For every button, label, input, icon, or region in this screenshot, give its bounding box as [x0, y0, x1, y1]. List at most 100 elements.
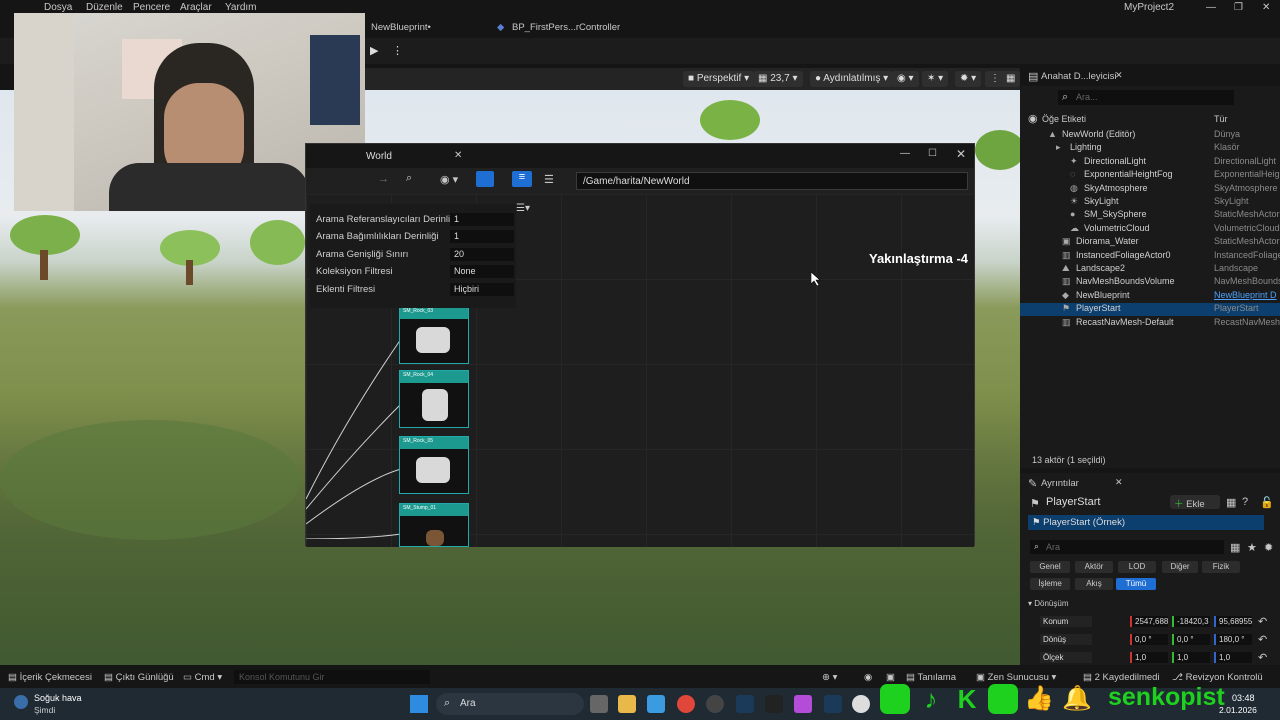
reset-icon[interactable]: ↶ [1258, 633, 1267, 646]
tab-controller[interactable]: BP_FirstPers...rController [512, 22, 620, 33]
play-icon[interactable]: ▶ [370, 44, 378, 57]
transform-label[interactable]: Konum [1040, 616, 1092, 627]
output-log-button[interactable]: ▤ Çıktı Günlüğü [104, 672, 174, 683]
transform-label[interactable]: Ölçek [1040, 652, 1092, 663]
tab-close-icon[interactable]: ✕ [454, 150, 462, 161]
blueprint-icon[interactable]: ▦ [1226, 496, 1236, 509]
unreal-engine-icon[interactable] [852, 695, 870, 713]
asset-node[interactable]: SM_Rock_03 [399, 306, 469, 364]
revision-control-button[interactable]: ⎇ Revizyon Kontrolü [1172, 672, 1263, 683]
column-type[interactable]: Tür [1214, 114, 1228, 124]
outliner-row[interactable]: ☀ SkyLight SkyLight [1020, 196, 1280, 209]
filter-chip[interactable]: Aktör [1075, 561, 1113, 573]
outliner-search-input[interactable]: ⌕ Ara... [1058, 90, 1234, 105]
outliner-row[interactable]: ◍ SkyAtmosphere SkyAtmosphere [1020, 183, 1280, 196]
collection-filter-select[interactable]: None [450, 265, 514, 278]
find-path-icon[interactable]: ⌕ [406, 172, 412, 185]
settings-button[interactable]: ✹ ▾ [955, 71, 982, 87]
outliner-row[interactable]: ◌ ExponentialHeightFog ExponentialHeight [1020, 169, 1280, 182]
obs-icon[interactable] [706, 695, 724, 713]
menu-help[interactable]: Yardım [225, 2, 257, 13]
select-mode-icon[interactable] [476, 171, 494, 187]
filter-chip[interactable]: Genel [1030, 561, 1070, 573]
details-search-input[interactable]: ⌕ Ara [1030, 540, 1224, 554]
table-view-icon[interactable]: ▦ [1230, 541, 1240, 554]
outliner-row[interactable]: ▸ Lighting Klasör [1020, 142, 1280, 155]
transform-label[interactable]: Dönüş [1040, 634, 1092, 645]
visibility-icon[interactable]: ◉ [1028, 112, 1038, 125]
transform-value-field[interactable]: 180,0 ° [1214, 634, 1252, 645]
eye-icon[interactable]: ◉ ▾ [440, 173, 458, 186]
outliner-row[interactable]: ▥ RecastNavMesh-Default RecastNavMesh [1020, 317, 1280, 330]
chrome-icon[interactable] [677, 695, 695, 713]
outliner-row[interactable]: ⛰ Landscape2 Landscape [1020, 263, 1280, 276]
menu-tools[interactable]: Araçlar [180, 2, 212, 13]
details-tab[interactable]: Ayrıntılar [1041, 478, 1079, 489]
transform-value-field[interactable]: 1,0 [1130, 652, 1168, 663]
forward-icon[interactable]: → [378, 173, 389, 185]
filter-chip[interactable]: Akış [1075, 578, 1113, 590]
minimize-icon[interactable]: — [1206, 2, 1216, 13]
asset-node[interactable]: SM_Rock_04 [399, 370, 469, 428]
steam-icon[interactable] [824, 695, 842, 713]
outliner-row[interactable]: ▣ Diorama_Water StaticMeshActor [1020, 236, 1280, 249]
record-icon[interactable]: ◉ [864, 672, 872, 683]
tab-close-icon[interactable]: ✕ [1115, 70, 1123, 81]
filter-chip[interactable]: Diğer [1162, 561, 1198, 573]
transform-value-field[interactable]: 95,68955 [1214, 616, 1252, 627]
add-component-button[interactable]: ＋ Ekle [1170, 495, 1220, 510]
unsaved-button[interactable]: ▤ 2 Kaydedilmedi [1083, 672, 1160, 683]
breadth-limit-input[interactable]: 20 [450, 248, 514, 261]
transform-value-field[interactable]: -18420,3 [1172, 616, 1210, 627]
app-icon[interactable] [794, 695, 812, 713]
column-label[interactable]: Öğe Etiketi [1042, 114, 1086, 124]
lighting-button[interactable]: ● Aydınlatılmış ▾ [810, 71, 894, 87]
derive-button[interactable]: ▤ Tanılama [906, 672, 956, 683]
outliner-row[interactable]: ● SM_SkySphere StaticMeshActor [1020, 209, 1280, 222]
tab-close-icon[interactable]: ✕ [1115, 477, 1123, 488]
perspective-button[interactable]: ■ Perspektif ▾ [683, 71, 755, 87]
menu-window[interactable]: Pencere [133, 2, 170, 13]
path-field[interactable]: /Game/harita/NewWorld [576, 172, 968, 190]
derive-icon[interactable]: ▣ [886, 672, 895, 683]
reset-icon[interactable]: ↶ [1258, 651, 1267, 664]
zen-server-button[interactable]: ▣ Zen Sunucusu ▾ [976, 672, 1056, 683]
content-drawer-button[interactable]: ▤ İçerik Çekmecesi [8, 672, 92, 683]
close-icon[interactable]: ✕ [956, 147, 966, 161]
actor-name[interactable]: PlayerStart [1046, 496, 1100, 508]
filter-chip[interactable]: Fizik [1202, 561, 1240, 573]
outliner-row[interactable]: ⚑ PlayerStart PlayerStart [1020, 303, 1280, 317]
referencer-depth-input[interactable]: 1 [450, 213, 514, 226]
trace-icon[interactable]: ⊕ ▾ [822, 672, 837, 683]
asset-node[interactable]: SM_Stump_01 [399, 503, 469, 547]
plugin-filter-select[interactable]: Hiçbiri [450, 283, 514, 296]
outliner-tab[interactable]: Anahat D...leyicisi [1041, 71, 1117, 82]
maximize-icon[interactable]: ☐ [928, 148, 937, 159]
gear-icon[interactable]: ✹ [1264, 541, 1273, 554]
reset-icon[interactable]: ↶ [1258, 615, 1267, 628]
clock-time[interactable]: 03:48 [1232, 693, 1255, 703]
dependency-depth-input[interactable]: 1 [450, 230, 514, 243]
transform-value-field[interactable]: 1,0 [1214, 652, 1252, 663]
help-icon[interactable]: ? [1242, 496, 1248, 508]
show-button[interactable]: ◉ ▾ [892, 71, 919, 87]
layout-icon[interactable]: ▦ [1001, 71, 1021, 87]
transform-value-field[interactable]: 0,0 ° [1172, 634, 1210, 645]
store-icon[interactable] [647, 695, 665, 713]
close-icon[interactable]: ✕ [1262, 2, 1270, 13]
outliner-row[interactable]: ◆ NewBlueprint NewBlueprint D [1020, 290, 1280, 303]
outliner-row[interactable]: ✦ DirectionalLight DirectionalLight [1020, 156, 1280, 169]
settings-list-icon[interactable]: ☰ [544, 173, 554, 186]
menu-edit[interactable]: Düzenle [86, 2, 123, 13]
transform-value-field[interactable]: 0,0 ° [1130, 634, 1168, 645]
maximize-icon[interactable]: ❐ [1234, 2, 1243, 13]
snap-button[interactable]: ✶ ▾ [922, 71, 949, 87]
filter-chip[interactable]: Tümü [1116, 578, 1156, 590]
task-view-icon[interactable] [590, 695, 608, 713]
lock-icon[interactable]: 🔓 [1260, 496, 1274, 509]
steam-icon[interactable] [736, 695, 754, 713]
windows-start-icon[interactable] [410, 695, 428, 713]
tab-newblueprint[interactable]: NewBlueprint• [371, 22, 431, 33]
asset-node[interactable]: SM_Rock_05 [399, 436, 469, 494]
outliner-row[interactable]: ▥ InstancedFoliageActor0 InstancedFoliage [1020, 250, 1280, 263]
